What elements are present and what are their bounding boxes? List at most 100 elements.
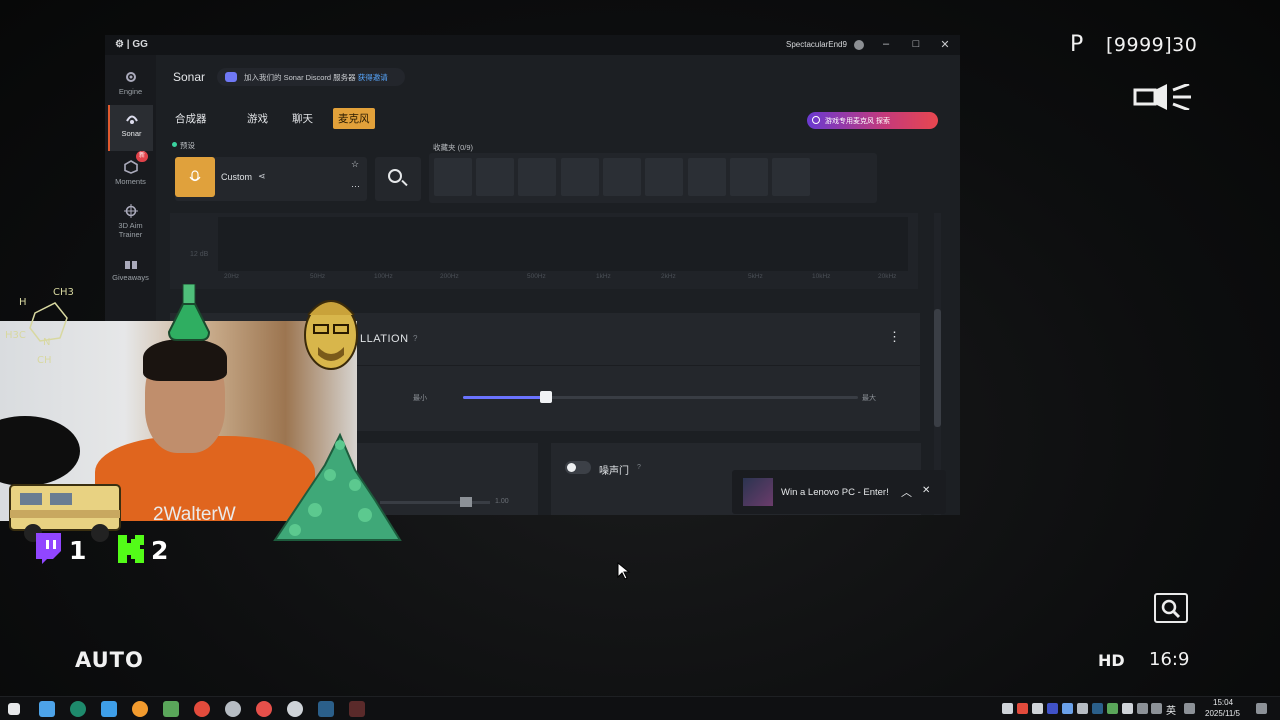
favorite-slot[interactable] (688, 158, 726, 196)
filter-value: 1.00 (495, 498, 509, 505)
clock-time[interactable]: 15:04 (1213, 698, 1233, 707)
favorites-strip (429, 153, 877, 203)
tab-game[interactable]: 游戏 (247, 111, 268, 126)
sidebar-item-moments[interactable]: 新 Moments (108, 151, 153, 199)
promo-button[interactable]: 游戏专用麦克风 探索 (807, 112, 938, 129)
preset-label: 预设 (180, 141, 195, 150)
close-icon[interactable]: ✕ (922, 485, 930, 496)
app-icon[interactable] (70, 701, 86, 717)
ime-icon[interactable] (1184, 703, 1195, 714)
notification-toast[interactable]: Win a Lenovo PC - Enter! ︿ ✕ (732, 470, 946, 514)
gift-icon (124, 258, 137, 269)
avatar[interactable] (854, 40, 864, 50)
search-app-icon[interactable] (132, 701, 148, 717)
tab-mixer[interactable]: 合成器 (175, 111, 207, 126)
slider-thumb[interactable] (460, 497, 472, 507)
help-icon[interactable]: ? (413, 334, 417, 343)
preset-card[interactable]: Custom ⋖ ☆ ⋯ (175, 157, 367, 201)
toast-thumbnail (743, 478, 773, 506)
steam-icon[interactable] (318, 701, 334, 717)
slider-fill (463, 396, 546, 399)
preset-search-button[interactable] (375, 157, 421, 201)
eq-freq-label: 20Hz (224, 273, 240, 280)
language-indicator[interactable]: 英 (1166, 702, 1176, 717)
notification-icon[interactable] (1256, 703, 1267, 714)
sonar-icon (125, 115, 138, 124)
discord-invite-link[interactable]: 获得邀请 (358, 73, 388, 82)
sidebar-item-sonar[interactable]: Sonar (108, 105, 153, 151)
sidebar-item-label: Engine (118, 87, 143, 96)
equalizer-graph[interactable] (218, 217, 908, 271)
minimize-button[interactable]: – (879, 38, 893, 50)
network-icon[interactable] (1137, 703, 1148, 714)
zoom-icon (1154, 593, 1188, 623)
tray-icon[interactable] (1047, 703, 1058, 714)
equalizer-panel: 12 dB 20Hz 50Hz 100Hz 200Hz 500Hz 1kHz 2… (170, 213, 918, 289)
favorite-slot[interactable] (730, 158, 768, 196)
favorites-label: 收藏夹 (0/9) (433, 143, 474, 152)
eq-freq-label: 100Hz (374, 273, 393, 280)
tray-icon[interactable] (1107, 703, 1118, 714)
sidebar-item-label: 3D Aim Trainer (118, 221, 143, 239)
discord-icon (225, 72, 237, 82)
game-icon[interactable] (349, 701, 365, 717)
favorite-slot[interactable] (645, 158, 683, 196)
more-options-icon[interactable]: ⋮ (888, 329, 901, 345)
discord-banner[interactable]: 加入我们的 Sonar Discord 服务器 获得邀请 (217, 68, 405, 86)
heisenberg-icon (304, 300, 358, 370)
help-icon[interactable]: ? (637, 464, 641, 471)
share-icon[interactable]: ⋖ (258, 171, 266, 182)
tray-icon[interactable] (1017, 703, 1028, 714)
tab-chat[interactable]: 聊天 (292, 111, 313, 126)
clock-date[interactable]: 2025/11/5 (1205, 709, 1240, 718)
steelseries-gg-icon[interactable] (225, 701, 241, 717)
favorite-slot[interactable] (518, 158, 556, 196)
sidebar-item-giveaways[interactable]: Giveaways (108, 249, 153, 295)
sidebar-item-engine[interactable]: Engine (108, 63, 153, 109)
favorite-slot[interactable] (603, 158, 641, 196)
chrome-icon[interactable] (194, 701, 210, 717)
app-logo: ⚙ | GG (115, 39, 148, 50)
close-button[interactable]: ✕ (938, 38, 952, 51)
windows-start-icon[interactable] (8, 703, 20, 715)
eq-freq-label: 1kHz (596, 273, 611, 280)
toast-text: Win a Lenovo PC - Enter! (781, 487, 889, 498)
tray-icon[interactable] (1077, 703, 1088, 714)
tray-icon[interactable] (1032, 703, 1043, 714)
tray-icon[interactable] (1122, 703, 1133, 714)
favorite-slot[interactable] (772, 158, 810, 196)
slider-thumb[interactable] (539, 391, 552, 403)
tab-mic[interactable]: 麦克风 (333, 108, 375, 129)
app-icon-red[interactable] (256, 701, 272, 717)
preset-name: Custom (221, 172, 253, 182)
favorite-slot[interactable] (561, 158, 599, 196)
search-icon (388, 169, 402, 183)
page-title: Sonar (173, 70, 206, 84)
promo-label: 游戏专用麦克风 探索 (825, 118, 890, 125)
favorite-slot[interactable] (434, 158, 472, 196)
star-icon[interactable]: ☆ (351, 159, 359, 170)
username[interactable]: SpectacularEnd9 (786, 40, 847, 49)
scroll-thumb[interactable] (934, 309, 941, 427)
kick-icon (118, 535, 144, 563)
favorite-slot[interactable] (476, 158, 514, 196)
sidebar-item-aim-trainer[interactable]: 3D Aim Trainer (108, 197, 153, 243)
twitch-count: 1 (69, 536, 87, 565)
noise-gate-toggle[interactable] (565, 461, 591, 474)
molecule-label: H (19, 297, 27, 308)
file-explorer-icon[interactable] (39, 701, 55, 717)
streamer-name: 2WalterW (153, 504, 236, 521)
noise-cancellation-slider[interactable] (463, 391, 858, 403)
tray-icon[interactable] (1062, 703, 1073, 714)
obs-icon[interactable] (287, 701, 303, 717)
molecule-label: CH (37, 355, 52, 366)
tray-icon[interactable] (1002, 703, 1013, 714)
chevron-up-icon[interactable]: ︿ (901, 484, 912, 500)
volume-icon[interactable] (1151, 703, 1162, 714)
sidebar-item-label: Moments (115, 177, 146, 186)
terminal-icon[interactable] (101, 701, 117, 717)
tray-icon[interactable] (1092, 703, 1103, 714)
maximize-button[interactable]: □ (909, 38, 923, 50)
more-icon[interactable]: ⋯ (351, 181, 360, 192)
notepad-icon[interactable] (163, 701, 179, 717)
